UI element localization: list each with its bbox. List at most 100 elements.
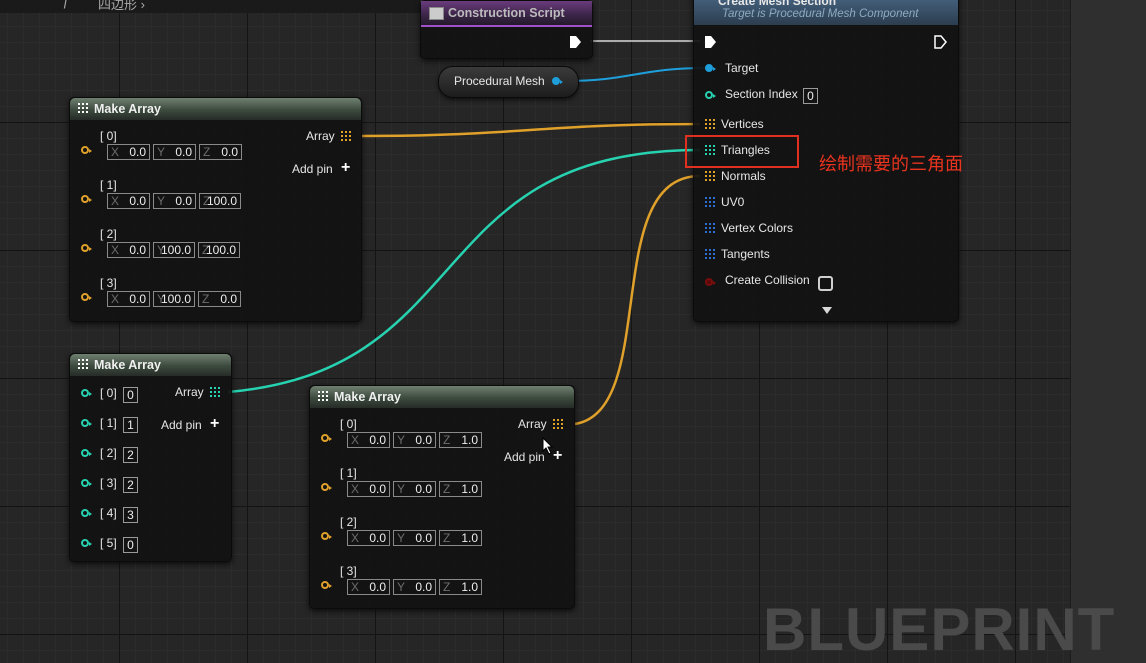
pin-section-index: Section Index bbox=[725, 87, 798, 101]
element-label: [ 0] bbox=[340, 417, 357, 431]
element-pin-icon[interactable] bbox=[81, 479, 92, 487]
index-field[interactable]: 3 bbox=[123, 507, 138, 523]
y-field[interactable]: Y 0.0 bbox=[393, 432, 436, 448]
add-pin-icon[interactable]: + bbox=[553, 448, 562, 464]
field-value: 1.0 bbox=[461, 531, 478, 545]
node-title: Make Array bbox=[94, 358, 161, 372]
element-pin-icon[interactable] bbox=[81, 244, 92, 252]
field-value: 1.0 bbox=[461, 580, 478, 594]
element-pin-icon[interactable] bbox=[81, 509, 92, 517]
tangents-array-icon[interactable] bbox=[705, 249, 715, 259]
vertices-array-icon[interactable] bbox=[705, 119, 715, 129]
x-field[interactable]: X 0.0 bbox=[107, 291, 150, 307]
index-field[interactable]: 2 bbox=[123, 447, 138, 463]
element-label: [ 4] bbox=[100, 506, 117, 520]
z-field[interactable]: Z 1.0 bbox=[439, 432, 482, 448]
object-pin-icon[interactable] bbox=[552, 77, 563, 85]
array-icon bbox=[318, 391, 330, 403]
make-array-triangles-node[interactable]: Make Array Array Add pin + [ 0] 0 [ 1] 1 [ 2… bbox=[69, 353, 232, 562]
y-field[interactable]: Y 100.0 bbox=[153, 242, 195, 258]
field-value: 0.0 bbox=[369, 433, 386, 447]
y-field[interactable]: Y 0.0 bbox=[153, 144, 196, 160]
axis-label: X bbox=[111, 194, 120, 208]
chevron-down-icon[interactable] bbox=[822, 307, 832, 314]
pin-vertex-colors: Vertex Colors bbox=[721, 221, 794, 235]
element-pin-icon[interactable] bbox=[81, 419, 92, 427]
uv0-array-icon[interactable] bbox=[705, 197, 715, 207]
array-output-icon[interactable] bbox=[341, 131, 351, 141]
exec-out-icon[interactable] bbox=[569, 35, 582, 49]
element-pin-icon[interactable] bbox=[321, 434, 332, 442]
create-collision-pin-icon[interactable] bbox=[705, 278, 716, 286]
array-icon bbox=[78, 103, 90, 115]
axis-label: X bbox=[351, 531, 360, 545]
index-field[interactable]: 2 bbox=[123, 477, 138, 493]
add-pin-label: Add pin bbox=[504, 450, 545, 464]
construction-script-node[interactable]: Construction Script bbox=[420, 0, 593, 59]
index-field[interactable]: 1 bbox=[123, 417, 138, 433]
z-field[interactable]: Z 1.0 bbox=[439, 481, 482, 497]
x-field[interactable]: X 0.0 bbox=[107, 242, 150, 258]
element-pin-icon[interactable] bbox=[81, 146, 92, 154]
field-value: 100.0 bbox=[206, 194, 237, 208]
y-field[interactable]: Y 0.0 bbox=[393, 579, 436, 595]
element-pin-icon[interactable] bbox=[81, 539, 92, 547]
axis-label: X bbox=[351, 482, 360, 496]
element-label: [ 3] bbox=[100, 276, 117, 290]
exec-in-icon[interactable] bbox=[704, 35, 717, 49]
element-pin-icon[interactable] bbox=[321, 581, 332, 589]
section-index-pin-icon[interactable] bbox=[705, 91, 716, 99]
add-pin-icon[interactable]: + bbox=[210, 416, 219, 432]
element-pin-icon[interactable] bbox=[81, 449, 92, 457]
z-field[interactable]: Z 100.0 bbox=[198, 242, 240, 258]
array-output-icon[interactable] bbox=[553, 419, 563, 429]
element-pin-icon[interactable] bbox=[81, 389, 92, 397]
vertex-colors-array-icon[interactable] bbox=[705, 223, 715, 233]
exec-out-icon[interactable] bbox=[934, 35, 947, 49]
section-index-field[interactable]: 0 bbox=[803, 88, 818, 104]
x-field[interactable]: X 0.0 bbox=[347, 432, 390, 448]
create-collision-checkbox[interactable] bbox=[818, 276, 833, 291]
axis-label: Z bbox=[443, 580, 451, 594]
axis-label: Y bbox=[397, 580, 406, 594]
field-value: 0.0 bbox=[415, 482, 432, 496]
pin-target: Target bbox=[725, 61, 759, 75]
z-field[interactable]: Z 0.0 bbox=[198, 291, 241, 307]
x-field[interactable]: X 0.0 bbox=[347, 579, 390, 595]
axis-label: Z bbox=[202, 292, 210, 306]
y-field[interactable]: Y 100.0 bbox=[153, 291, 195, 307]
target-pin-icon[interactable] bbox=[705, 64, 716, 72]
index-field[interactable]: 0 bbox=[123, 387, 138, 403]
z-field[interactable]: Z 1.0 bbox=[439, 579, 482, 595]
make-array-vertices-node[interactable]: Make Array Array Add pin + [ 0] X 0.0 Y 0.0 Z… bbox=[69, 97, 362, 322]
axis-label: X bbox=[111, 145, 120, 159]
element-label: [ 0] bbox=[100, 386, 117, 400]
node-subtitle: Target is Procedural Mesh Component bbox=[722, 8, 919, 20]
field-value: 0.0 bbox=[369, 482, 386, 496]
make-array-normals-node[interactable]: Make Array Array Add pin + [ 0] X 0.0 Y 0.0 Z… bbox=[309, 385, 575, 609]
x-field[interactable]: X 0.0 bbox=[107, 144, 150, 160]
y-field[interactable]: Y 0.0 bbox=[393, 481, 436, 497]
element-pin-icon[interactable] bbox=[321, 532, 332, 540]
array-output-icon[interactable] bbox=[210, 387, 220, 397]
x-field[interactable]: X 0.0 bbox=[347, 530, 390, 546]
axis-label: Y bbox=[397, 433, 406, 447]
index-field[interactable]: 0 bbox=[123, 537, 138, 553]
element-label: [ 5] bbox=[100, 536, 117, 550]
procedural-mesh-variable[interactable]: Procedural Mesh bbox=[438, 66, 579, 98]
z-field[interactable]: Z 100.0 bbox=[199, 193, 241, 209]
y-field[interactable]: Y 0.0 bbox=[393, 530, 436, 546]
add-pin-icon[interactable]: + bbox=[341, 160, 350, 176]
z-field[interactable]: Z 1.0 bbox=[439, 530, 482, 546]
mouse-cursor-icon bbox=[542, 437, 554, 455]
element-pin-icon[interactable] bbox=[81, 195, 92, 203]
x-field[interactable]: X 0.0 bbox=[347, 481, 390, 497]
element-label: [ 2] bbox=[340, 515, 357, 529]
element-label: [ 2] bbox=[100, 227, 117, 241]
element-pin-icon[interactable] bbox=[81, 293, 92, 301]
z-field[interactable]: Z 0.0 bbox=[199, 144, 242, 160]
normals-array-icon[interactable] bbox=[705, 171, 715, 181]
x-field[interactable]: X 0.0 bbox=[107, 193, 150, 209]
y-field[interactable]: Y 0.0 bbox=[153, 193, 196, 209]
element-pin-icon[interactable] bbox=[321, 483, 332, 491]
